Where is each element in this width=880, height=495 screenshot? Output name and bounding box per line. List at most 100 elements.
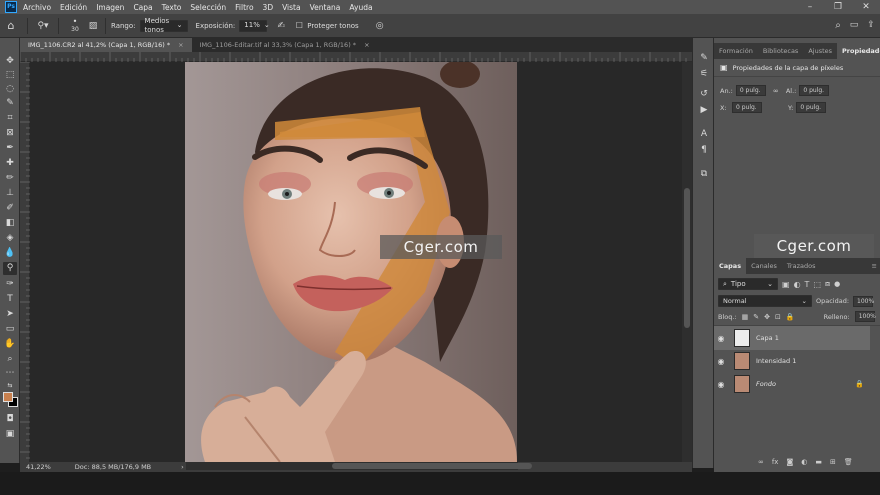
swap-colors-icon[interactable]: ⇆ bbox=[3, 379, 17, 392]
width-field[interactable]: 0 pulg. bbox=[735, 85, 766, 96]
history-brush-icon[interactable]: ✐ bbox=[3, 202, 17, 215]
portrait-photo[interactable] bbox=[185, 62, 517, 462]
home-icon[interactable]: ⌂ bbox=[0, 19, 22, 32]
brush-size-picker[interactable]: • 30 bbox=[64, 18, 86, 34]
menu-3d[interactable]: 3D bbox=[263, 3, 274, 12]
filter-smart-icon[interactable]: ⧈ bbox=[825, 279, 830, 289]
menu-filtro[interactable]: Filtro bbox=[235, 3, 253, 12]
menu-ayuda[interactable]: Ayuda bbox=[349, 3, 372, 12]
filter-adjustment-icon[interactable]: ◐ bbox=[794, 280, 801, 289]
layer-row-capa-1[interactable]: ◉ Capa 1 bbox=[714, 326, 870, 350]
tab-img-1106-cr2[interactable]: IMG_1106.CR2 al 41,2% (Capa 1, RGB/16) *… bbox=[20, 38, 192, 52]
adjustment-layer-icon[interactable]: ◐ bbox=[801, 458, 807, 466]
lock-artboard-icon[interactable]: ⊡ bbox=[775, 313, 781, 321]
blend-mode-dropdown[interactable]: Normal ⌄ bbox=[718, 295, 812, 307]
share-icon[interactable]: ⇪ bbox=[862, 20, 880, 31]
close-icon[interactable]: ✕ bbox=[852, 0, 880, 14]
menu-imagen[interactable]: Imagen bbox=[96, 3, 124, 12]
filter-toggle-icon[interactable]: ● bbox=[834, 280, 840, 288]
panel-menu-icon[interactable]: ≡ bbox=[867, 258, 880, 274]
pen-tool-icon[interactable]: ✑ bbox=[3, 278, 17, 291]
opacity-field[interactable]: 100% bbox=[853, 295, 874, 307]
scroll-thumb[interactable] bbox=[684, 188, 690, 328]
actions-icon[interactable]: ▶ bbox=[697, 104, 711, 117]
link-layers-icon[interactable]: ∞ bbox=[758, 458, 764, 466]
menu-vista[interactable]: Vista bbox=[282, 3, 301, 12]
layer-row-intensidad-1[interactable]: ◉ Intensidad 1 bbox=[714, 349, 870, 373]
scroll-thumb[interactable] bbox=[332, 463, 532, 469]
tab-bibliotecas[interactable]: Bibliotecas bbox=[758, 43, 803, 59]
canvas-area[interactable]: Cger.com bbox=[30, 62, 682, 463]
eye-icon[interactable]: ◉ bbox=[714, 334, 728, 343]
zoom-tool-icon[interactable]: ⌕ bbox=[3, 353, 17, 366]
layer-filter-dropdown[interactable]: ⌕ Tipo ⌄ bbox=[718, 278, 778, 290]
vertical-scrollbar[interactable] bbox=[682, 62, 692, 463]
link-icon[interactable]: ∞ bbox=[769, 87, 783, 95]
tab-img-1106-editar[interactable]: IMG_1106-Editar.tif al 33,3% (Capa 1, RG… bbox=[192, 38, 378, 52]
exposure-field[interactable]: 11% ⌄ bbox=[239, 19, 270, 32]
fill-field[interactable]: 100% bbox=[854, 311, 876, 322]
crop-tool-icon[interactable]: ⌗ bbox=[3, 112, 17, 125]
height-field[interactable]: 0 pulg. bbox=[799, 85, 830, 96]
filter-type-icon[interactable]: T bbox=[805, 280, 810, 289]
quick-mask-icon[interactable]: ◘ bbox=[3, 413, 17, 426]
x-field[interactable]: 0 pulg. bbox=[732, 102, 762, 113]
screen-mode-icon[interactable]: ▣ bbox=[3, 428, 17, 441]
delete-icon[interactable]: 🗑 bbox=[844, 458, 853, 466]
tab-capas[interactable]: Capas bbox=[714, 258, 747, 274]
adjust-icon[interactable]: ⚟ bbox=[697, 68, 711, 81]
zoom-level[interactable]: 41,22% bbox=[26, 462, 51, 472]
menu-edicion[interactable]: Edición bbox=[60, 3, 87, 12]
tab-propiedades[interactable]: Propiedades bbox=[837, 43, 880, 59]
pressure-size-icon[interactable]: ◎ bbox=[369, 21, 391, 31]
clone-source-icon[interactable]: ⧉ bbox=[697, 168, 711, 181]
photoshop-logo[interactable]: Ps bbox=[5, 1, 17, 13]
eye-icon[interactable]: ◉ bbox=[714, 380, 728, 389]
brush-tool-icon[interactable]: ✏ bbox=[3, 172, 17, 185]
workspace-icon[interactable]: ▭ bbox=[846, 20, 862, 31]
dodge-tool-icon[interactable]: ⚲ bbox=[3, 262, 17, 275]
history-icon[interactable]: ↺ bbox=[697, 88, 711, 101]
airbrush-icon[interactable]: ✍ bbox=[271, 21, 291, 31]
rectangle-tool-icon[interactable]: ▭ bbox=[3, 323, 17, 336]
type-tool-icon[interactable]: T bbox=[3, 293, 17, 306]
tab-trazados[interactable]: Trazados bbox=[782, 258, 821, 274]
eraser-tool-icon[interactable]: ◧ bbox=[3, 217, 17, 230]
lock-position-icon[interactable]: ✥ bbox=[764, 313, 770, 321]
path-select-icon[interactable]: ➤ bbox=[3, 308, 17, 321]
hand-tool-icon[interactable]: ✋ bbox=[3, 338, 17, 351]
tab-ajustes[interactable]: Ajustes bbox=[803, 43, 837, 59]
menu-ventana[interactable]: Ventana bbox=[310, 3, 341, 12]
frame-tool-icon[interactable]: ⊠ bbox=[3, 127, 17, 140]
close-icon[interactable]: × bbox=[364, 41, 369, 49]
brush-settings-icon[interactable]: ✎ bbox=[697, 52, 711, 65]
dodge-tool-preset-icon[interactable]: ⚲▾ bbox=[33, 21, 53, 31]
doc-size[interactable]: Doc: 88,5 MB/176,9 MB bbox=[75, 462, 151, 472]
lock-transparent-icon[interactable]: ▦ bbox=[742, 313, 749, 321]
maximize-icon[interactable]: ❐ bbox=[824, 0, 852, 14]
foreground-color-swatch[interactable] bbox=[3, 392, 13, 402]
eyedropper-tool-icon[interactable]: ✒ bbox=[3, 142, 17, 155]
stamp-tool-icon[interactable]: ⊥ bbox=[3, 187, 17, 200]
menu-texto[interactable]: Texto bbox=[162, 3, 182, 12]
quick-select-tool-icon[interactable]: ✎ bbox=[3, 97, 17, 110]
move-tool-icon[interactable]: ✥ bbox=[3, 55, 17, 68]
layer-row-fondo[interactable]: ◉ Fondo 🔒 bbox=[714, 372, 870, 396]
tab-canales[interactable]: Canales bbox=[746, 258, 782, 274]
status-arrow-icon[interactable]: › bbox=[181, 462, 184, 472]
minimize-icon[interactable]: – bbox=[796, 0, 824, 14]
brush-panel-icon[interactable]: ▨ bbox=[86, 21, 100, 31]
healing-brush-icon[interactable]: ✚ bbox=[3, 157, 17, 170]
character-icon[interactable]: A bbox=[697, 128, 711, 141]
menu-capa[interactable]: Capa bbox=[133, 3, 152, 12]
tab-formacion[interactable]: Formación bbox=[714, 43, 758, 59]
eye-icon[interactable]: ◉ bbox=[714, 357, 728, 366]
lasso-tool-icon[interactable]: ◌ bbox=[3, 83, 17, 96]
bucket-tool-icon[interactable]: ◈ bbox=[3, 232, 17, 245]
group-icon[interactable]: ▬ bbox=[815, 458, 822, 466]
paragraph-icon[interactable]: ¶ bbox=[697, 144, 711, 157]
y-field[interactable]: 0 pulg. bbox=[796, 102, 827, 113]
lock-all-icon[interactable]: 🔒 bbox=[786, 313, 795, 321]
menu-seleccion[interactable]: Selección bbox=[190, 3, 226, 12]
horizontal-scrollbar[interactable] bbox=[186, 462, 532, 470]
